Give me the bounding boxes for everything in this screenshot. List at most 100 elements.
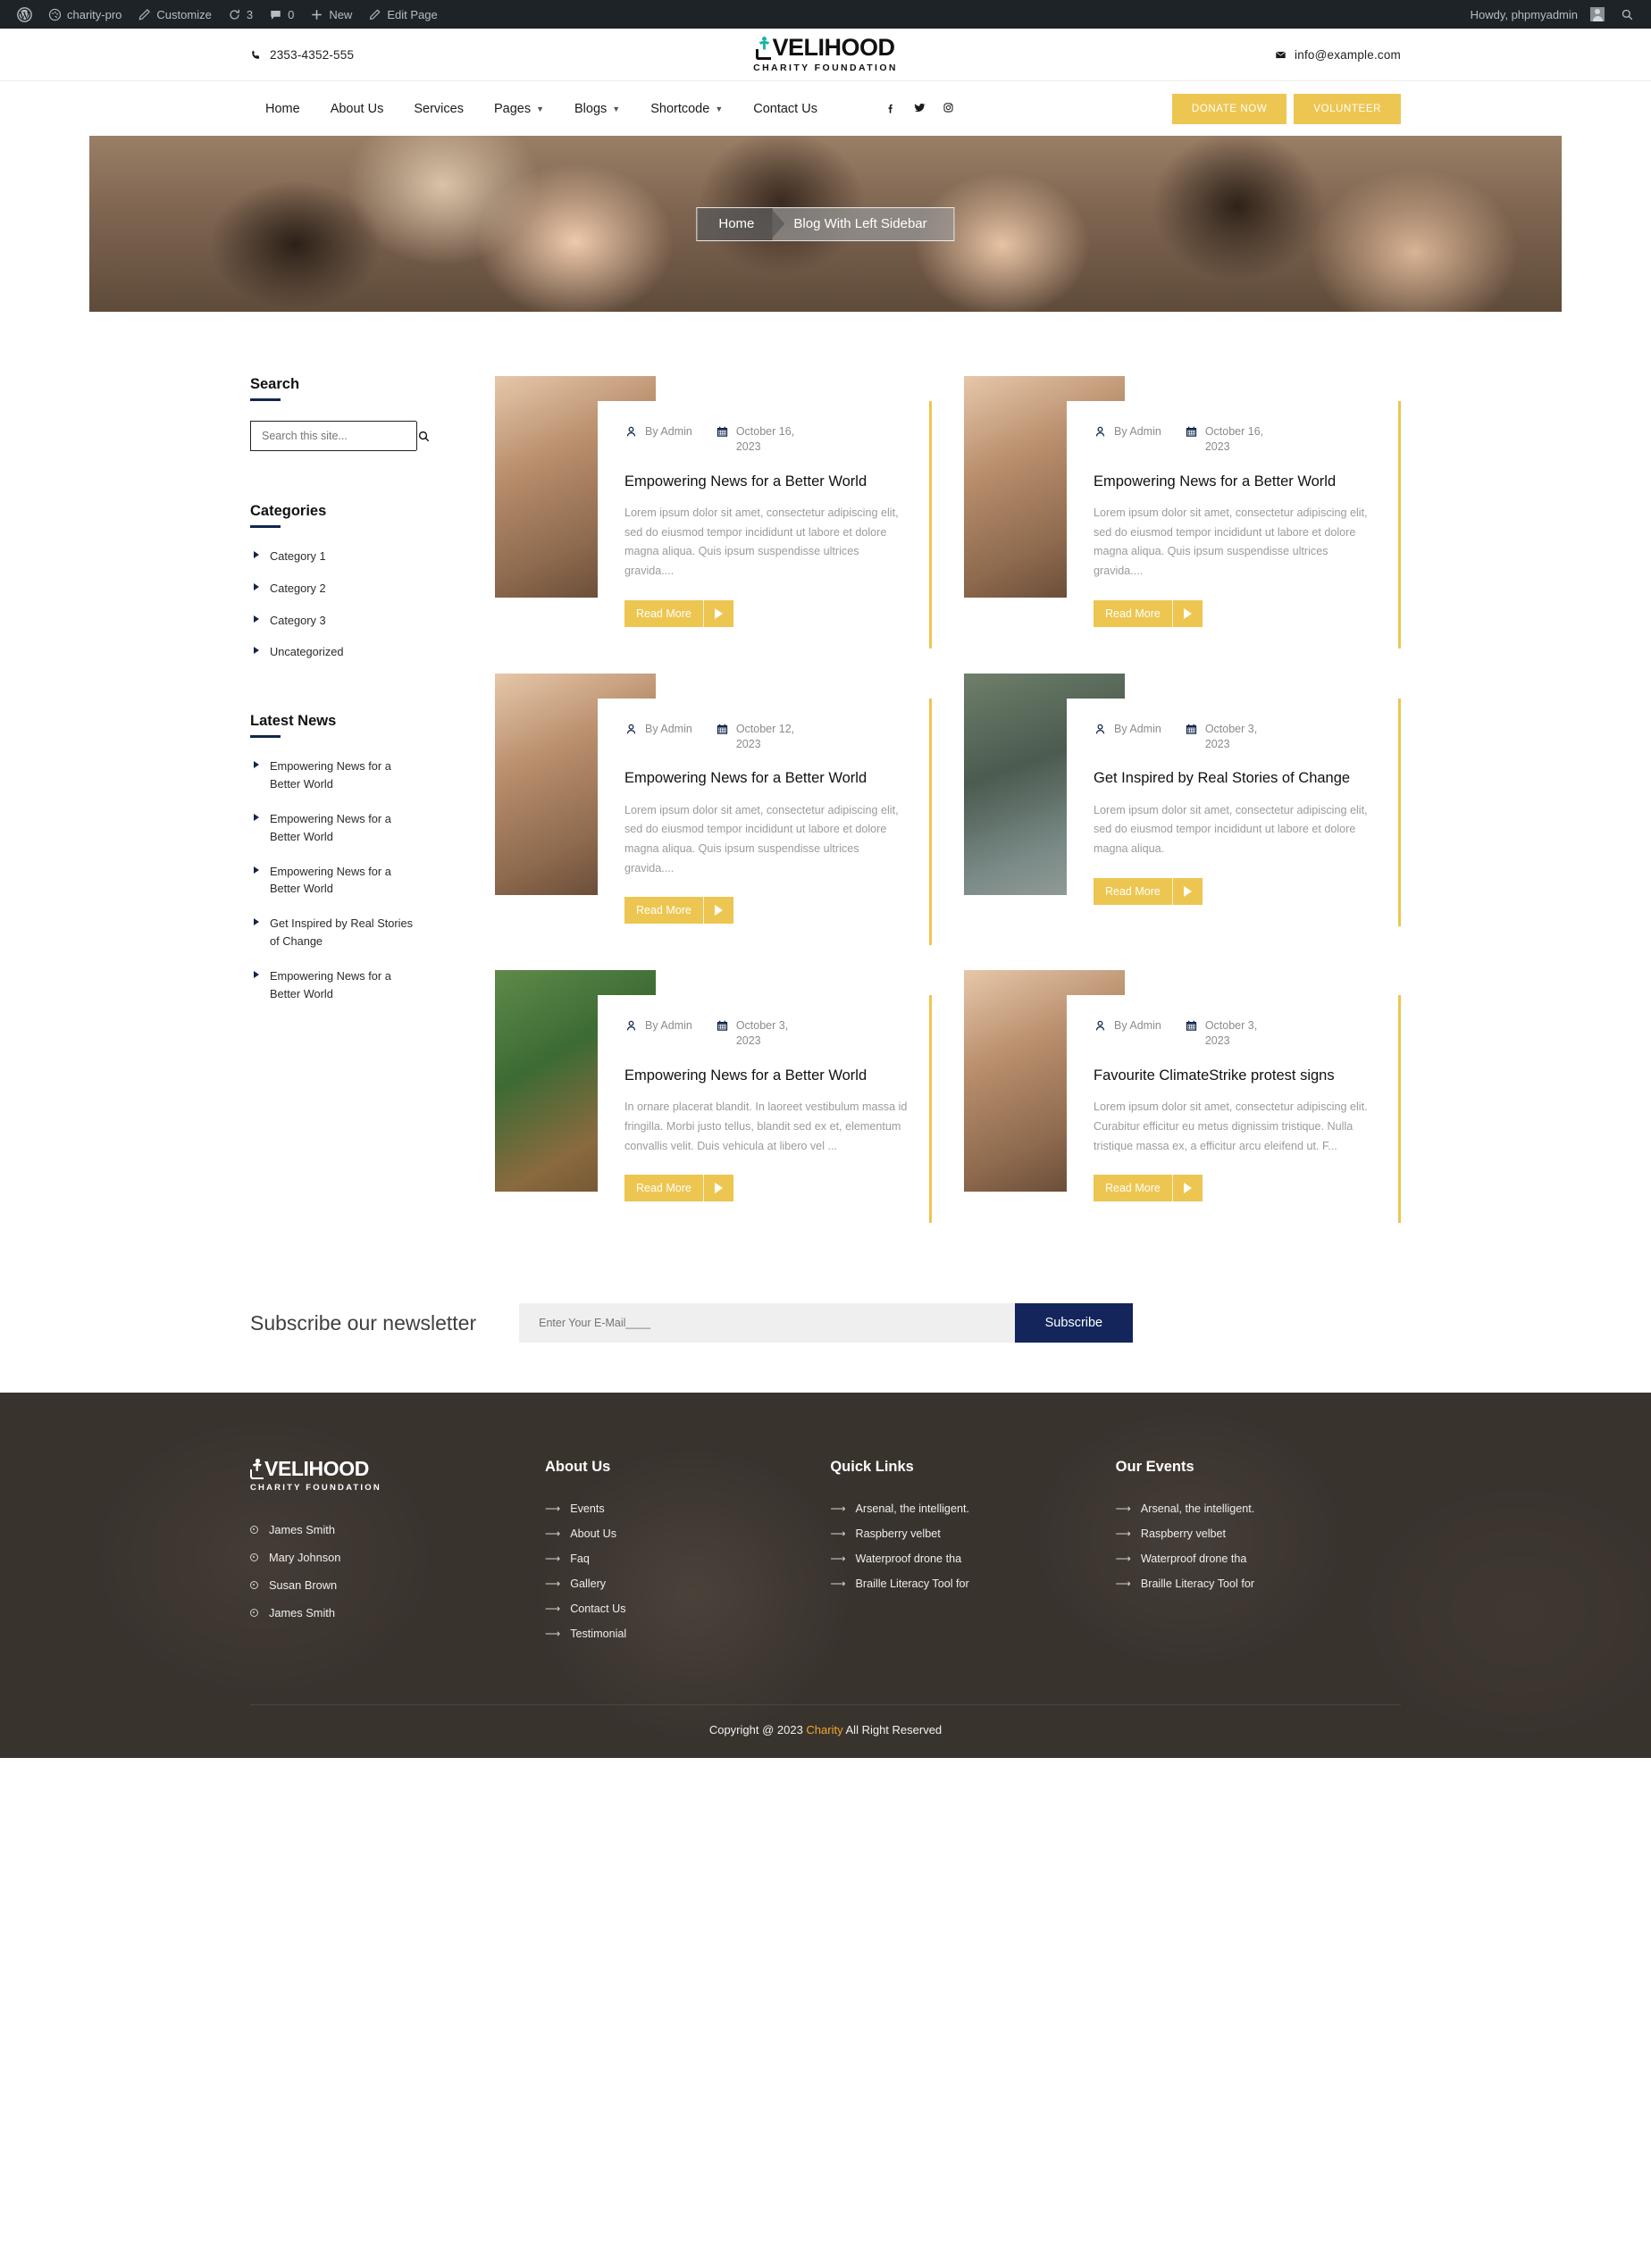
copyright-brand-link[interactable]: Charity (806, 1723, 842, 1737)
footer-link-item[interactable]: ⟶ Raspberry velbet (830, 1527, 1115, 1540)
latest-news-list: Empowering News for a Better World Empow… (250, 757, 416, 1002)
admin-bar-edit-page[interactable]: Edit Page (360, 0, 445, 29)
post-title[interactable]: Empowering News for a Better World (624, 768, 908, 788)
post-title[interactable]: Get Inspired by Real Stories of Change (1094, 768, 1377, 788)
admin-bar-updates[interactable]: 3 (220, 0, 261, 29)
post-date: October 3, 2023 (1185, 722, 1285, 752)
footer-link-item[interactable]: ⟶ Testimonial (545, 1628, 830, 1640)
footer-link-item[interactable]: ⟶ Waterproof drone tha (830, 1552, 1115, 1565)
post-title[interactable]: Empowering News for a Better World (624, 1066, 908, 1085)
news-item[interactable]: Empowering News for a Better World (250, 810, 416, 846)
facebook-icon[interactable] (884, 102, 897, 116)
admin-bar-howdy[interactable]: Howdy, phpmyadmin (1462, 0, 1613, 29)
nav-item-home[interactable]: Home (250, 102, 315, 116)
newsletter-email-input[interactable] (519, 1303, 1015, 1343)
footer-link-item[interactable]: ⟶ Contact Us (545, 1603, 830, 1615)
footer-link-item[interactable]: ⟶ Faq (545, 1552, 830, 1565)
phone-contact[interactable]: 2353-4352-555 (250, 48, 354, 62)
news-item[interactable]: Empowering News for a Better World (250, 863, 416, 899)
read-more-button[interactable]: Read More (1094, 1175, 1203, 1202)
footer-link-label: Braille Literacy Tool for (1140, 1578, 1255, 1591)
subscribe-button[interactable]: Subscribe (1014, 1303, 1134, 1343)
arrow-right-icon (1171, 1175, 1203, 1202)
breadcrumb-home-link[interactable]: Home (697, 208, 784, 240)
category-item[interactable]: Uncategorized (250, 643, 416, 661)
footer-person-item[interactable]: Susan Brown (250, 1578, 545, 1592)
read-more-button[interactable]: Read More (1094, 599, 1203, 627)
twitter-icon[interactable] (913, 101, 926, 116)
nav-item-contact-us[interactable]: Contact Us (738, 102, 833, 116)
footer-link-item[interactable]: ⟶ Arsenal, the intelligent. (1116, 1502, 1401, 1515)
footer-link-item[interactable]: ⟶ Raspberry velbet (1116, 1527, 1401, 1540)
admin-bar-customize[interactable]: Customize (130, 0, 219, 29)
footer-link-item[interactable]: ⟶ Arsenal, the intelligent. (830, 1502, 1115, 1515)
footer-link-label: Raspberry velbet (1140, 1527, 1227, 1541)
footer-column-title: Our Events (1115, 1459, 1194, 1476)
hero-left-edge (0, 136, 89, 312)
arrow-right-icon: ⟶ (830, 1578, 846, 1591)
news-item[interactable]: Empowering News for a Better World (250, 967, 416, 1003)
nav-item-shortcode[interactable]: Shortcode ▼ (635, 102, 738, 116)
instagram-icon[interactable] (943, 102, 954, 115)
post-meta: By Admin October 12, 2023 (624, 722, 908, 752)
read-more-label: Read More (636, 607, 691, 620)
post-title[interactable]: Empowering News for a Better World (624, 472, 908, 491)
footer-logo[interactable]: VELIHOOD (250, 1459, 545, 1480)
circle-dot-icon (250, 1581, 258, 1590)
footer-person-item[interactable]: James Smith (250, 1606, 545, 1619)
footer-link-item[interactable]: ⟶ Gallery (545, 1578, 830, 1590)
wordpress-logo-icon[interactable] (9, 0, 40, 29)
nav-item-services[interactable]: Services (398, 102, 479, 116)
admin-bar-search-icon[interactable] (1613, 0, 1642, 29)
volunteer-button[interactable]: VOLUNTEER (1294, 93, 1401, 124)
search-input[interactable] (251, 422, 416, 450)
read-more-button[interactable]: Read More (1094, 877, 1203, 905)
main-content: Search Categories Category 1 (0, 312, 1651, 1303)
blog-post-card[interactable]: By Admin October 3, 2023 Empowering News… (495, 970, 932, 1224)
footer-person-item[interactable]: James Smith (250, 1523, 545, 1536)
read-more-button[interactable]: Read More (624, 599, 733, 627)
post-date: October 3, 2023 (1185, 1018, 1285, 1049)
site-logo[interactable]: VELIHOOD CHARITY FOUNDATION (0, 29, 1651, 80)
footer-person-item[interactable]: Mary Johnson (250, 1551, 545, 1564)
newsletter-title: Subscribe our newsletter (250, 1310, 477, 1335)
category-item[interactable]: Category 2 (250, 580, 416, 598)
person-figure-icon (250, 1459, 264, 1480)
footer-link-item[interactable]: ⟶ Events (545, 1502, 830, 1515)
donate-now-button[interactable]: DONATE NOW (1171, 93, 1287, 124)
nav-label: About Us (330, 101, 384, 116)
author-label: By Admin (1114, 425, 1161, 438)
news-item[interactable]: Empowering News for a Better World (250, 757, 416, 793)
admin-bar-site-name[interactable]: charity-pro (40, 0, 130, 29)
footer-link-item[interactable]: ⟶ Braille Literacy Tool for (830, 1578, 1115, 1590)
read-more-button[interactable]: Read More (624, 897, 733, 925)
admin-bar-new[interactable]: New (302, 0, 360, 29)
footer-link-item[interactable]: ⟶ Waterproof drone tha (1116, 1552, 1401, 1565)
copyright-bar: Copyright @ 2023 Charity All Right Reser… (250, 1704, 1401, 1758)
blog-post-card[interactable]: By Admin October 3, 2023 Favourite Clima… (964, 970, 1401, 1224)
category-item[interactable]: Category 3 (250, 612, 416, 630)
post-excerpt: In ornare placerat blandit. In laoreet v… (624, 1101, 908, 1152)
nav-item-pages[interactable]: Pages ▼ (479, 102, 559, 116)
blog-post-card[interactable]: By Admin October 16, 2023 Empowering New… (495, 376, 932, 649)
categories-widget-title: Categories (250, 503, 416, 528)
category-item[interactable]: Category 1 (250, 548, 416, 565)
read-more-button[interactable]: Read More (624, 1175, 733, 1202)
news-item[interactable]: Get Inspired by Real Stories of Change (250, 915, 416, 950)
nav-item-blogs[interactable]: Blogs ▼ (559, 102, 635, 116)
post-date: October 16, 2023 (716, 424, 816, 455)
arrow-right-icon (702, 1175, 733, 1202)
circle-dot-icon (250, 1526, 258, 1535)
admin-bar-comments[interactable]: 0 (261, 0, 302, 29)
footer-link-item[interactable]: ⟶ About Us (545, 1527, 830, 1540)
footer-link-item[interactable]: ⟶ Braille Literacy Tool for (1116, 1578, 1401, 1590)
post-title[interactable]: Empowering News for a Better World (1094, 472, 1377, 491)
blog-post-card[interactable]: By Admin October 16, 2023 Empowering New… (964, 376, 1401, 649)
arrow-right-icon: ⟶ (830, 1552, 846, 1566)
post-title[interactable]: Favourite ClimateStrike protest signs (1094, 1066, 1377, 1085)
blog-post-card[interactable]: By Admin October 12, 2023 Empowering New… (495, 673, 932, 946)
email-contact[interactable]: info@example.com (1275, 48, 1401, 62)
date-label: October 16, 2023 (1204, 425, 1264, 453)
nav-item-about-us[interactable]: About Us (315, 102, 399, 116)
blog-post-card[interactable]: By Admin October 3, 2023 Get Inspired by… (964, 673, 1401, 946)
